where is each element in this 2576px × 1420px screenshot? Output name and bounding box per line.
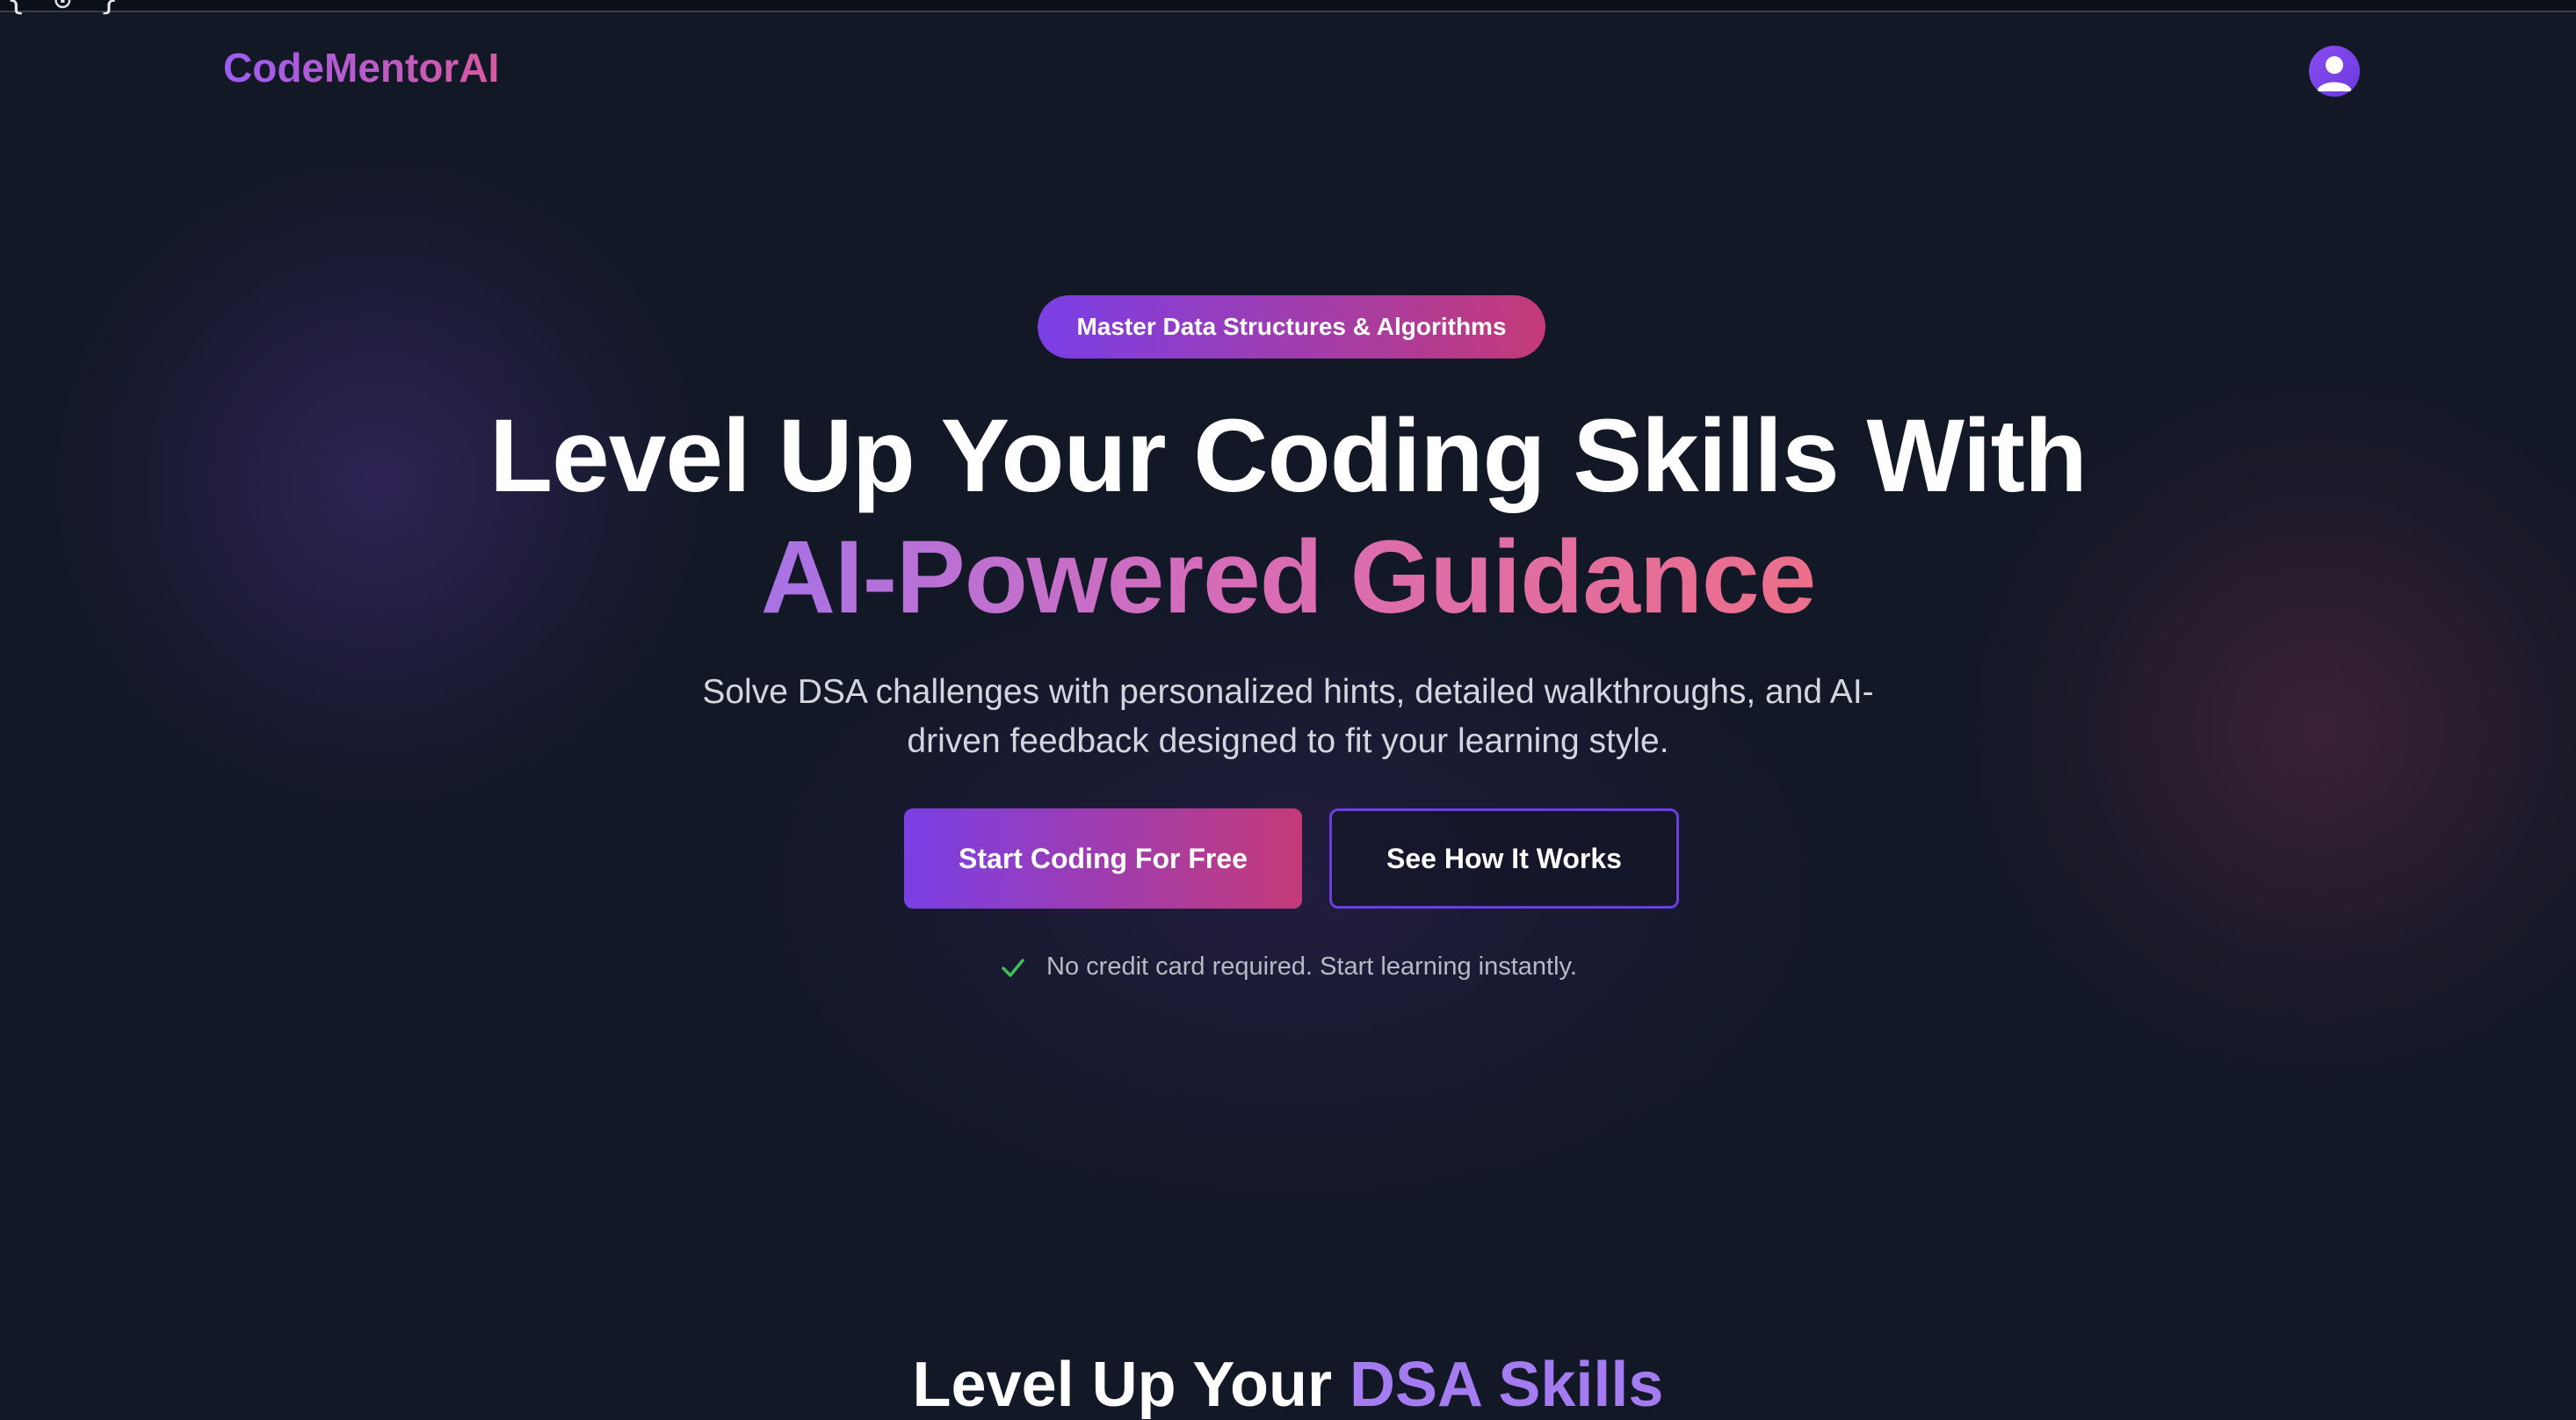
see-how-it-works-button[interactable]: See How It Works [1329, 808, 1679, 909]
hero-headline-line2: AI-Powered Guidance [0, 525, 2576, 629]
start-coding-button[interactable]: Start Coding For Free [904, 808, 1302, 909]
hero-headline-gradient-text: AI-Powered Guidance [760, 519, 1817, 635]
hero-headline-line1: Level Up Your Coding Skills With [489, 398, 2088, 514]
note-text: No credit card required. Start learning … [1046, 953, 1577, 981]
check-icon [1002, 958, 1024, 977]
no-credit-card-note: No credit card required. Start learning … [0, 953, 2576, 982]
section-title: Level Up Your DSA Skills [0, 1353, 2576, 1416]
hero-section: Master Data Structures & Algorithms Leve… [0, 0, 2576, 1416]
hero-subtitle: Solve DSA challenges with personalized h… [702, 673, 1874, 760]
section-title-accent: DSA Skills [1350, 1350, 1664, 1420]
hero-badge: Master Data Structures & Algorithms [1038, 295, 1545, 359]
section-title-prefix: Level Up Your [912, 1350, 1350, 1420]
